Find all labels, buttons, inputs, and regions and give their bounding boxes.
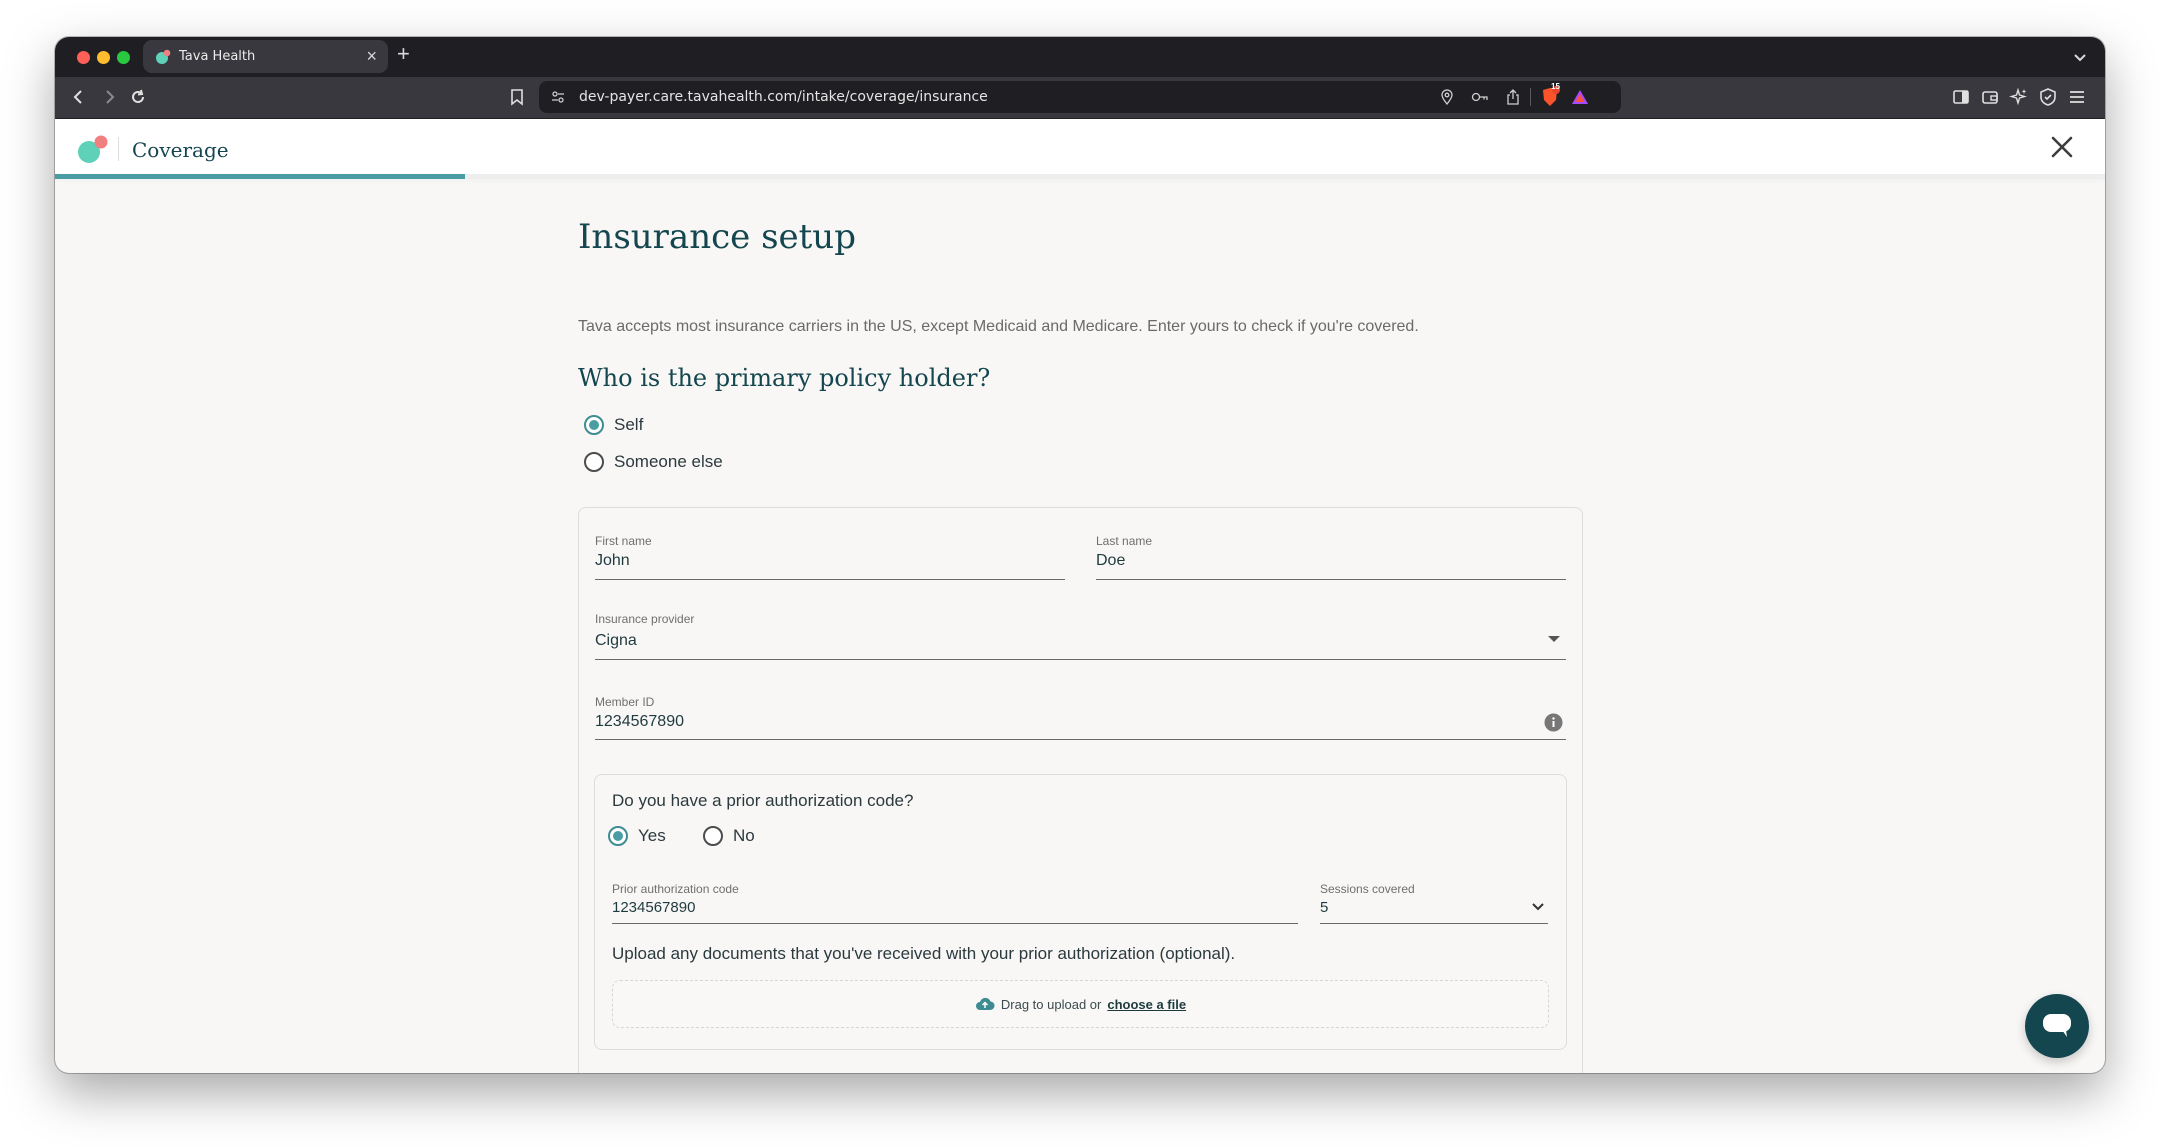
radio-prior-auth-no[interactable]: No xyxy=(703,826,755,846)
radio-someone-else-indicator[interactable] xyxy=(584,452,604,472)
new-tab-button[interactable]: + xyxy=(397,42,410,66)
radio-someone-else-label: Someone else xyxy=(614,452,723,471)
sessions-covered-label: Sessions covered xyxy=(1320,882,1415,896)
address-bar[interactable]: dev-payer.care.tavahealth.com/intake/cov… xyxy=(539,81,1621,113)
location-icon[interactable] xyxy=(1439,89,1455,105)
radio-self-indicator[interactable] xyxy=(584,415,604,435)
upload-note: Upload any documents that you've receive… xyxy=(612,944,1236,963)
leo-ai-icon[interactable] xyxy=(2009,87,2029,107)
browser-tab[interactable]: Tava Health × xyxy=(143,40,388,73)
tava-favicon-icon xyxy=(156,49,171,64)
sessions-covered-select[interactable]: Sessions covered 5 xyxy=(1320,882,1548,924)
sessions-covered-underline xyxy=(1320,923,1548,924)
member-id-field[interactable]: Member ID 1234567890 xyxy=(595,695,1566,740)
radio-self-label: Self xyxy=(614,415,644,434)
radio-self[interactable]: Self xyxy=(584,415,643,435)
member-id-label: Member ID xyxy=(595,695,655,709)
insurance-provider-value[interactable]: Cigna xyxy=(595,632,637,650)
tab-list-chevron-icon[interactable] xyxy=(2069,46,2091,68)
back-icon[interactable] xyxy=(69,87,89,107)
radio-yes-label: Yes xyxy=(638,826,666,845)
wallet-icon[interactable] xyxy=(1980,87,2000,107)
prior-auth-code-value[interactable]: 1234567890 xyxy=(612,899,695,916)
page-title: Insurance setup xyxy=(578,217,856,257)
page-subtitle: Tava accepts most insurance carriers in … xyxy=(578,318,1419,335)
maximize-window-button[interactable] xyxy=(117,51,130,64)
shields-count: 15 xyxy=(1551,82,1560,91)
cloud-upload-icon xyxy=(975,997,995,1011)
share-icon[interactable] xyxy=(1505,88,1521,106)
dropzone-text: Drag to upload or xyxy=(1000,996,1102,1012)
tava-logo-icon xyxy=(78,135,108,163)
insurance-provider-underline xyxy=(595,659,1566,660)
minimize-window-button[interactable] xyxy=(97,51,110,64)
first-name-field[interactable]: First name John xyxy=(595,534,1065,580)
header-divider xyxy=(118,137,119,161)
last-name-field[interactable]: Last name Doe xyxy=(1096,534,1566,580)
member-id-underline xyxy=(595,739,1566,740)
last-name-value[interactable]: Doe xyxy=(1096,552,1125,570)
close-icon[interactable] xyxy=(2049,134,2075,160)
insurance-provider-label: Insurance provider xyxy=(595,612,695,626)
first-name-underline xyxy=(595,579,1065,580)
prior-auth-question: Do you have a prior authorization code? xyxy=(612,791,914,810)
member-id-value[interactable]: 1234567890 xyxy=(595,713,684,731)
sidebar-toggle-icon[interactable] xyxy=(1951,87,1971,107)
prior-auth-card: Do you have a prior authorization code? … xyxy=(594,774,1567,1050)
chevron-down-icon[interactable] xyxy=(1531,902,1545,912)
chat-button[interactable] xyxy=(2025,994,2089,1058)
url-divider xyxy=(1530,88,1531,106)
last-name-underline xyxy=(1096,579,1566,580)
policy-holder-question: Who is the primary policy holder? xyxy=(578,364,991,392)
caret-down-icon[interactable] xyxy=(1548,636,1560,642)
reload-icon[interactable] xyxy=(128,87,148,107)
tab-close-button[interactable]: × xyxy=(366,46,377,66)
progress-fill xyxy=(55,174,465,179)
tab-title: Tava Health xyxy=(179,49,256,64)
first-name-label: First name xyxy=(595,534,652,548)
browser-window: Tava Health × + dev-payer.care.tavahealt… xyxy=(55,37,2105,1073)
policy-holder-card: First name John Last name Doe Insurance … xyxy=(578,507,1583,1073)
prior-auth-code-underline xyxy=(612,923,1298,924)
radio-no-label: No xyxy=(733,826,755,845)
last-name-label: Last name xyxy=(1096,534,1153,548)
forward-icon[interactable] xyxy=(99,87,119,107)
insurance-provider-select[interactable]: Insurance provider Cigna xyxy=(595,612,1566,660)
header-title: Coverage xyxy=(132,138,229,162)
bookmark-icon[interactable] xyxy=(507,87,527,107)
close-window-button[interactable] xyxy=(77,51,90,64)
radio-prior-auth-yes[interactable]: Yes xyxy=(608,826,666,846)
info-icon[interactable] xyxy=(1544,713,1563,732)
radio-someone-else[interactable]: Someone else xyxy=(584,452,723,472)
chat-bubble-icon xyxy=(2043,1014,2071,1037)
menu-icon[interactable] xyxy=(2067,87,2087,107)
radio-yes-indicator[interactable] xyxy=(608,826,628,846)
first-name-value[interactable]: John xyxy=(595,552,630,570)
radio-no-indicator[interactable] xyxy=(703,826,723,846)
site-settings-icon[interactable] xyxy=(551,90,565,104)
sessions-covered-value[interactable]: 5 xyxy=(1320,899,1328,916)
vpn-shield-icon[interactable] xyxy=(2038,87,2058,107)
key-icon[interactable] xyxy=(1471,89,1489,105)
brave-rewards-icon[interactable] xyxy=(1571,88,1589,106)
choose-file-link[interactable]: choose a file xyxy=(1107,997,1186,1012)
prior-auth-code-label: Prior authorization code xyxy=(612,882,739,896)
browser-toolbar: dev-payer.care.tavahealth.com/intake/cov… xyxy=(55,77,2105,119)
app-header: Coverage xyxy=(55,119,2105,174)
url-text: dev-payer.care.tavahealth.com/intake/cov… xyxy=(579,89,988,105)
file-dropzone[interactable]: Drag to upload or choose a file xyxy=(612,980,1549,1028)
prior-auth-code-field[interactable]: Prior authorization code 1234567890 xyxy=(612,882,1298,924)
browser-titlebar: Tava Health × + xyxy=(55,37,2105,77)
progress-bar xyxy=(55,174,2105,179)
